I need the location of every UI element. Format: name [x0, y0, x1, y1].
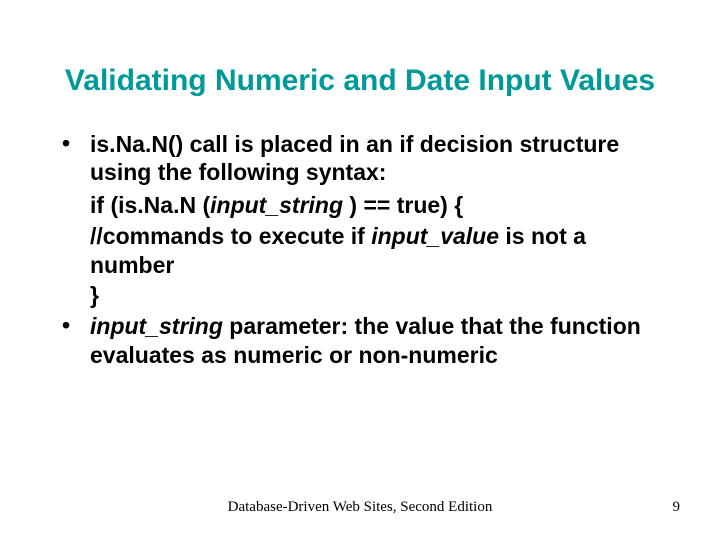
bullet-item-1: is.Na.N() call is placed in an if decisi… [60, 130, 660, 188]
code-text: //commands to execute if [90, 223, 371, 249]
code-param: input_value [371, 223, 499, 249]
bullet-item-2: input_string parameter: the value that t… [60, 312, 660, 370]
code-text: if (is.Na.N ( [90, 192, 210, 218]
footer-center-text: Database-Driven Web Sites, Second Editio… [80, 499, 640, 516]
slide-title: Validating Numeric and Date Input Values [0, 0, 720, 100]
footer: Database-Driven Web Sites, Second Editio… [0, 499, 720, 516]
code-line-1: if (is.Na.N (input_string ) == true) { [90, 191, 660, 220]
code-text: } [90, 282, 99, 308]
code-line-2: //commands to execute if input_value is … [90, 222, 660, 280]
bullet-text: is.Na.N() call is placed in an if decisi… [90, 131, 619, 186]
slide-content: is.Na.N() call is placed in an if decisi… [0, 100, 720, 370]
bullet-param: input_string [90, 313, 223, 339]
code-block: if (is.Na.N (input_string ) == true) { /… [60, 191, 660, 310]
code-line-3: } [90, 281, 660, 310]
code-param: input_string [210, 192, 343, 218]
page-number: 9 [640, 499, 680, 516]
slide: Validating Numeric and Date Input Values… [0, 0, 720, 540]
bullet-list: is.Na.N() call is placed in an if decisi… [60, 130, 660, 370]
code-text: ) == true) { [343, 192, 463, 218]
